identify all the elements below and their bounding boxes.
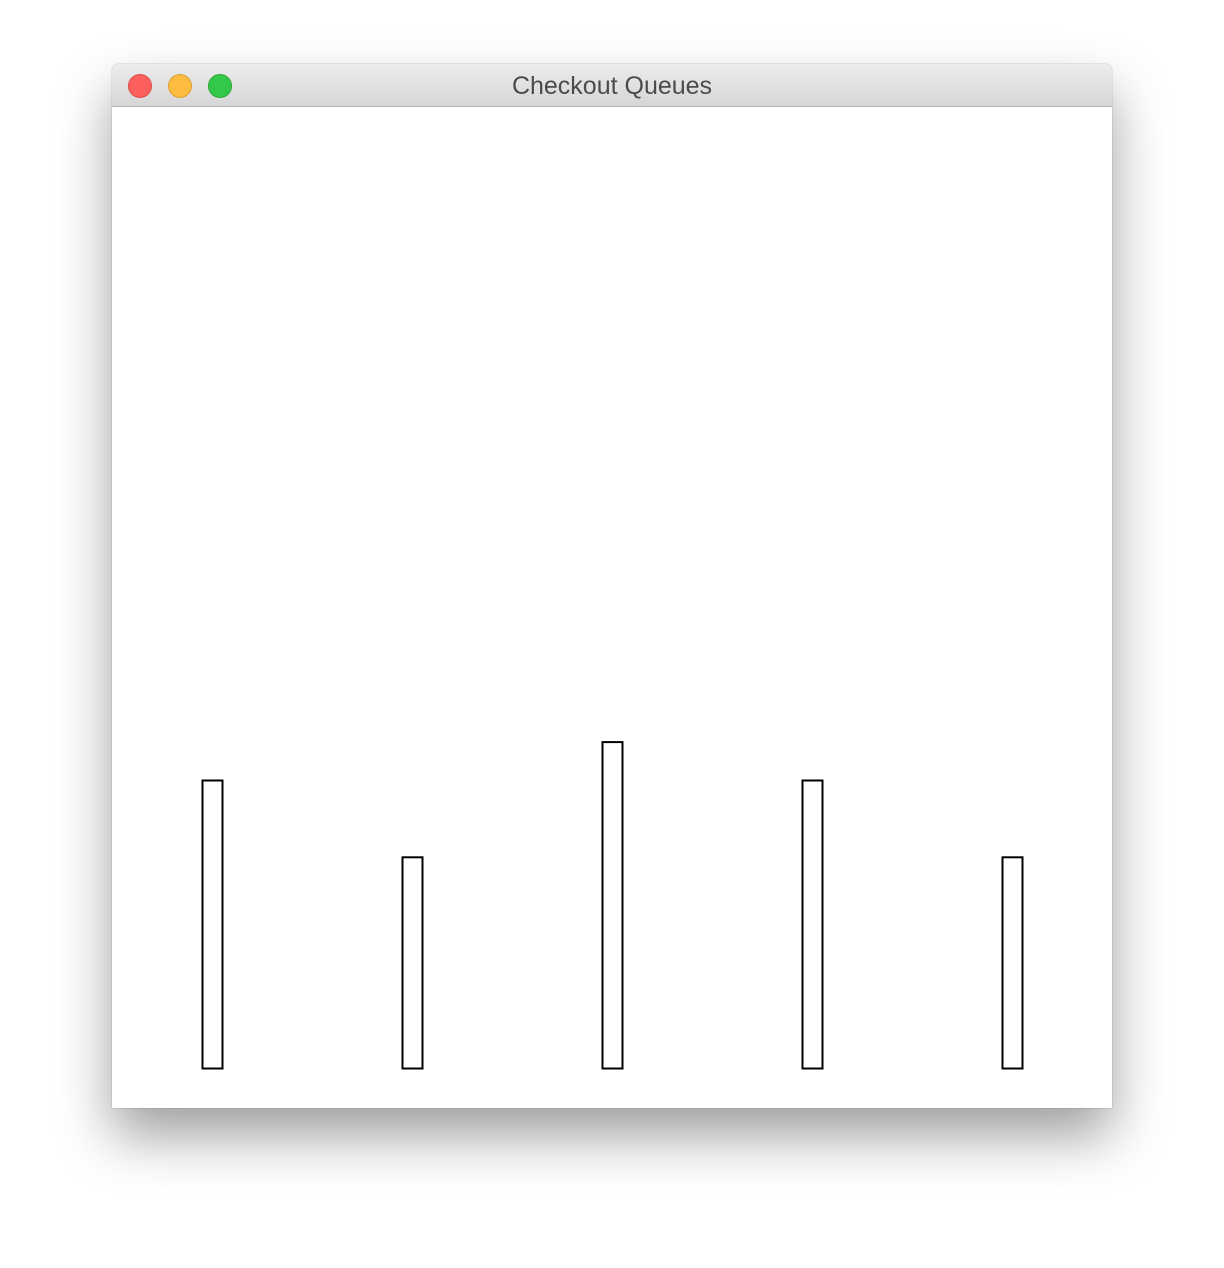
queue-bar-2	[401, 856, 424, 1070]
window-title: Checkout Queues	[511, 72, 713, 100]
queue-bar-1	[201, 779, 224, 1070]
queue-bar-4	[801, 779, 824, 1070]
app-window: Checkout Queues	[112, 64, 1112, 1108]
queue-bar-5	[1001, 856, 1024, 1070]
queue-bar-3	[601, 741, 624, 1070]
queue-bar-chart	[201, 741, 1024, 1070]
queue-canvas	[112, 108, 1112, 1108]
title-bar[interactable]: Checkout Queues	[112, 64, 1112, 107]
